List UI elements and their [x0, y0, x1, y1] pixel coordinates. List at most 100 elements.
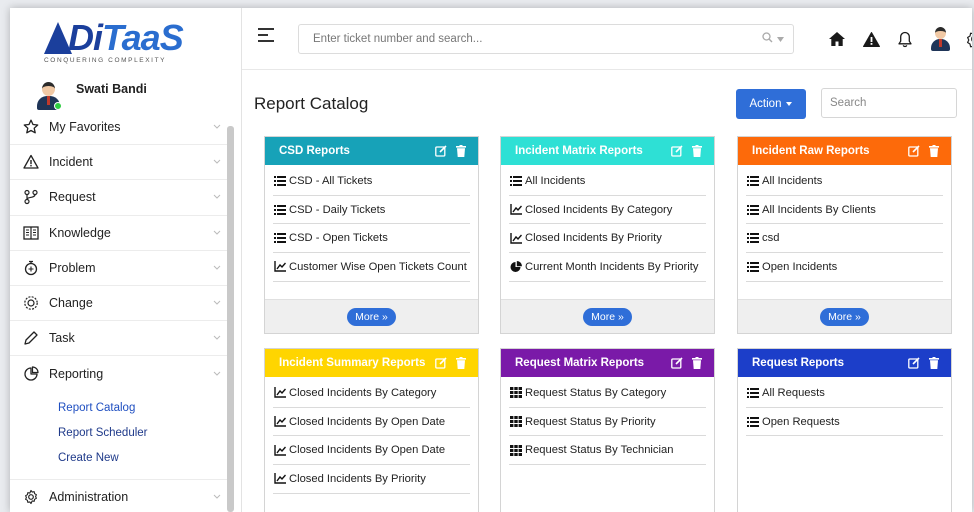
report-label: Customer Wise Open Tickets Count	[289, 260, 467, 273]
report-search-input[interactable]	[821, 88, 957, 118]
more-button[interactable]: More »	[347, 307, 396, 326]
trash-icon[interactable]	[454, 356, 468, 370]
logo-tagline: CONQUERING COMPLEXITY	[44, 57, 167, 64]
report-row[interactable]: Closed Incidents By Category	[509, 196, 706, 225]
card-title: Incident Summary Reports	[279, 357, 426, 369]
list-icon	[746, 260, 759, 273]
report-card-incident-summary: Incident Summary Reports Closed Incident…	[264, 348, 479, 512]
sidebar-item-administration[interactable]: Administration	[10, 480, 234, 512]
sidebar-subitem-create-new[interactable]: Create New	[10, 446, 234, 471]
report-row[interactable]: CSD - Open Tickets	[273, 224, 470, 254]
sidebar-subitem-report-catalog[interactable]: Report Catalog	[10, 396, 234, 421]
report-label: All Incidents By Clients	[762, 203, 876, 216]
action-button[interactable]: Action	[736, 89, 806, 119]
report-row[interactable]: CSD - All Tickets	[273, 167, 470, 196]
sidebar-item-task[interactable]: Task	[10, 321, 234, 357]
report-row[interactable]: Request Status By Priority	[509, 408, 706, 437]
reporting-submenu: Report Catalog Report Scheduler Create N…	[10, 392, 234, 480]
list-icon	[273, 232, 286, 245]
report-card-incident-matrix: Incident Matrix Reports All Incidents Cl…	[500, 136, 715, 334]
chevron-down-icon	[212, 192, 222, 202]
report-row[interactable]: Open Requests	[746, 408, 943, 437]
card-header: Incident Summary Reports	[265, 349, 478, 377]
warning-icon	[22, 153, 40, 171]
report-row[interactable]: CSD - Daily Tickets	[273, 196, 470, 225]
sidebar-scrollbar[interactable]	[227, 126, 234, 512]
report-label: csd	[762, 232, 780, 245]
report-row[interactable]: csd	[746, 224, 943, 254]
search-dropdown-button[interactable]	[753, 25, 793, 53]
report-label: Closed Incidents By Category	[289, 386, 437, 399]
edit-icon[interactable]	[434, 144, 448, 158]
report-row[interactable]: All Incidents By Clients	[746, 196, 943, 225]
sidebar-item-problem[interactable]: Problem	[10, 251, 234, 286]
report-label: CSD - Open Tickets	[289, 232, 388, 245]
report-label: Open Incidents	[762, 260, 838, 273]
request-icon	[22, 188, 40, 206]
hamburger-menu-icon[interactable]	[258, 28, 274, 42]
report-card-request-matrix: Request Matrix Reports Request Status By…	[500, 348, 715, 512]
ticket-search-box	[298, 24, 794, 54]
avatar	[34, 80, 62, 110]
sidebar-item-knowledge[interactable]: Knowledge	[10, 216, 234, 251]
report-row[interactable]: Closed Incidents By Priority	[273, 465, 470, 494]
edit-icon[interactable]	[670, 144, 684, 158]
report-row[interactable]: Closed Incidents By Category	[273, 379, 470, 408]
trash-icon[interactable]	[454, 144, 468, 158]
sidebar-item-label: Change	[49, 296, 93, 311]
report-row[interactable]: Closed Incidents By Priority	[509, 224, 706, 254]
bell-icon[interactable]	[894, 28, 916, 50]
edit-icon[interactable]	[434, 356, 448, 370]
report-label: Request Status By Category	[525, 386, 667, 399]
sidebar: Di TaaS CONQUERING COMPLEXITY Swati Bandi…	[10, 8, 242, 512]
home-icon[interactable]	[826, 28, 848, 50]
report-row[interactable]: All Requests	[746, 379, 943, 408]
ticket-search-input[interactable]	[299, 25, 753, 53]
sidebar-item-label: Request	[49, 190, 96, 205]
edit-icon[interactable]	[907, 356, 921, 370]
more-button[interactable]: More »	[820, 307, 869, 326]
report-row[interactable]: Closed Incidents By Open Date	[273, 436, 470, 466]
card-body: All Incidents All Incidents By Clients c…	[738, 165, 951, 282]
trash-icon[interactable]	[690, 144, 704, 158]
alert-icon[interactable]	[860, 28, 882, 50]
chevron-down-icon	[212, 492, 222, 502]
sidebar-item-reporting[interactable]: Reporting	[10, 356, 234, 391]
report-label: Closed Incidents By Priority	[525, 232, 662, 245]
sidebar-item-change[interactable]: Change	[10, 286, 234, 322]
report-row[interactable]: Request Status By Technician	[509, 436, 706, 466]
edit-icon[interactable]	[670, 356, 684, 370]
report-label: Request Status By Technician	[525, 444, 674, 457]
logo[interactable]: Di TaaS CONQUERING COMPLEXITY	[40, 20, 184, 64]
report-row[interactable]: All Incidents	[746, 167, 943, 196]
card-body: Closed Incidents By Category Closed Inci…	[265, 377, 478, 494]
user-profile[interactable]: Swati Bandi	[34, 80, 147, 112]
report-row[interactable]: Open Incidents	[746, 253, 943, 282]
card-header: Request Matrix Reports	[501, 349, 714, 377]
report-row[interactable]: Closed Incidents By Open Date	[273, 408, 470, 437]
trash-icon[interactable]	[927, 144, 941, 158]
sidebar-subitem-report-scheduler[interactable]: Report Scheduler	[10, 421, 234, 446]
line-chart-icon	[509, 232, 522, 245]
sidebar-item-request[interactable]: Request	[10, 180, 234, 216]
more-button[interactable]: More »	[583, 307, 632, 326]
list-icon	[746, 203, 759, 216]
trash-icon[interactable]	[927, 356, 941, 370]
card-title: Request Reports	[752, 357, 845, 369]
report-row[interactable]: Request Status By Category	[509, 379, 706, 408]
sidebar-item-incident[interactable]: Incident	[10, 145, 234, 181]
user-avatar-icon[interactable]	[928, 26, 952, 52]
report-row[interactable]: Current Month Incidents By Priority	[509, 253, 706, 282]
card-body: Request Status By Category Request Statu…	[501, 377, 714, 466]
report-row[interactable]: All Incidents	[509, 167, 706, 196]
sidebar-item-my-favorites[interactable]: My Favorites	[10, 110, 234, 146]
gear-icon[interactable]	[964, 28, 972, 50]
list-icon	[509, 174, 522, 187]
report-row[interactable]: Customer Wise Open Tickets Count	[273, 253, 470, 282]
edit-icon[interactable]	[907, 144, 921, 158]
line-chart-icon	[273, 386, 286, 399]
trash-icon[interactable]	[690, 356, 704, 370]
card-footer: More »	[265, 299, 478, 333]
card-header: Incident Raw Reports	[738, 137, 951, 165]
line-chart-icon	[509, 203, 522, 216]
